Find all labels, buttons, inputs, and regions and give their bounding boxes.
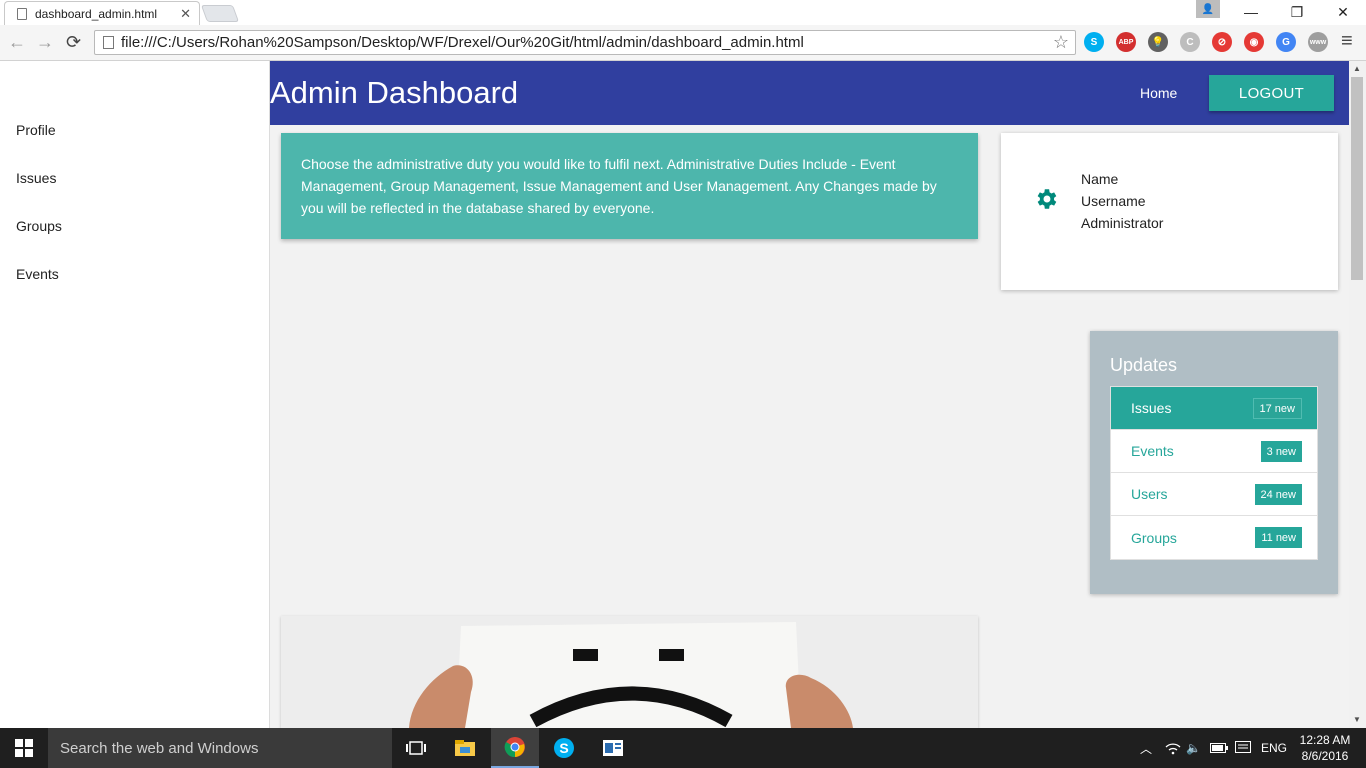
chrome-menu-icon[interactable]: ≡ bbox=[1341, 30, 1353, 53]
page-scrollbar[interactable]: ▲ ▼ bbox=[1349, 61, 1366, 728]
forward-icon[interactable]: → bbox=[36, 32, 54, 53]
svg-text:S: S bbox=[559, 740, 568, 756]
update-item-label: Issues bbox=[1131, 400, 1172, 416]
admin-gear-icon bbox=[1037, 189, 1057, 209]
update-item-events[interactable]: Events 3 new bbox=[1111, 430, 1317, 473]
user-profile-icon[interactable]: 👤 bbox=[1196, 0, 1220, 18]
skype-extension-icon[interactable]: S bbox=[1084, 32, 1104, 52]
record-extension-icon[interactable]: ◉ bbox=[1244, 32, 1264, 52]
app-header: Admin Dashboard Home LOGOUT bbox=[270, 61, 1349, 125]
sidebar-item-issues[interactable]: Issues bbox=[16, 170, 56, 186]
logout-button[interactable]: LOGOUT bbox=[1209, 75, 1334, 111]
sad-face-illustration bbox=[281, 616, 978, 728]
www-extension-icon[interactable]: www bbox=[1308, 32, 1328, 52]
update-item-groups[interactable]: Groups 11 new bbox=[1111, 516, 1317, 559]
update-count-badge: 3 new bbox=[1260, 441, 1302, 462]
start-button[interactable] bbox=[0, 728, 48, 768]
tab-strip: dashboard_admin.html ✕ 👤 — ❐ ✕ bbox=[0, 0, 1366, 25]
chrome-icon bbox=[504, 737, 525, 758]
sidebar: Profile Issues Groups Events bbox=[0, 61, 270, 728]
adblock-plus-icon[interactable]: ABP bbox=[1116, 32, 1136, 52]
clock-time: 12:28 AM bbox=[1299, 733, 1351, 747]
info-text: Choose the administrative duty you would… bbox=[301, 156, 937, 216]
sidebar-item-profile[interactable]: Profile bbox=[16, 122, 56, 138]
taskbar-chrome[interactable] bbox=[491, 728, 539, 768]
tab-close-icon[interactable]: ✕ bbox=[180, 6, 191, 22]
page-icon bbox=[17, 7, 27, 20]
clock-date: 8/6/2016 bbox=[1301, 749, 1349, 763]
info-card: Choose the administrative duty you would… bbox=[281, 133, 978, 239]
skype-icon: S bbox=[554, 738, 574, 758]
taskbar-search-placeholder: Search the web and Windows bbox=[60, 739, 259, 757]
update-count-badge: 11 new bbox=[1255, 527, 1302, 548]
scrollbar-thumb[interactable] bbox=[1351, 77, 1363, 280]
sidebar-item-groups[interactable]: Groups bbox=[16, 218, 62, 234]
sad-face-photo bbox=[281, 616, 978, 728]
close-window-button[interactable]: ✕ bbox=[1320, 0, 1366, 24]
update-item-issues[interactable]: Issues 17 new bbox=[1111, 387, 1317, 430]
volume-icon[interactable]: 🔈 bbox=[1186, 728, 1201, 768]
sidebar-item-events[interactable]: Events bbox=[16, 266, 59, 282]
home-link[interactable]: Home bbox=[1140, 85, 1177, 101]
taskbar-search-box[interactable]: Search the web and Windows bbox=[48, 728, 392, 768]
update-count-badge: 24 new bbox=[1254, 484, 1302, 505]
browser-tab[interactable]: dashboard_admin.html ✕ bbox=[4, 1, 200, 25]
profile-name: Name bbox=[1081, 171, 1119, 187]
taskbar-file-explorer[interactable] bbox=[441, 728, 489, 768]
language-indicator[interactable]: ENG bbox=[1261, 728, 1287, 768]
update-count-badge: 17 new bbox=[1252, 398, 1302, 419]
page-title: Admin Dashboard bbox=[270, 75, 519, 110]
restore-button[interactable]: ❐ bbox=[1274, 0, 1320, 24]
address-bar[interactable]: file:///C:/Users/Rohan%20Sampson/Desktop… bbox=[94, 30, 1076, 55]
updates-panel: Updates Issues 17 new Events 3 new Users… bbox=[1090, 331, 1338, 594]
windows-taskbar: Search the web and Windows S ︿ 🔈 ENG 12:… bbox=[0, 728, 1366, 768]
file-explorer-icon bbox=[455, 740, 475, 756]
action-center-icon[interactable] bbox=[1235, 728, 1251, 768]
minimize-button[interactable]: — bbox=[1228, 0, 1274, 24]
update-item-users[interactable]: Users 24 new bbox=[1111, 473, 1317, 516]
profile-role: Administrator bbox=[1081, 215, 1164, 231]
new-tab-button[interactable] bbox=[200, 5, 240, 22]
bookmark-star-icon[interactable]: ☆ bbox=[1053, 32, 1069, 53]
update-item-label: Groups bbox=[1131, 529, 1177, 546]
url-text: file:///C:/Users/Rohan%20Sampson/Desktop… bbox=[121, 34, 804, 51]
taskbar-clock[interactable]: 12:28 AM 8/6/2016 bbox=[1290, 732, 1360, 764]
file-icon bbox=[103, 36, 114, 49]
scroll-down-arrow-icon[interactable]: ▼ bbox=[1353, 715, 1361, 724]
block-site-icon[interactable]: ⊘ bbox=[1212, 32, 1232, 52]
tray-chevron-icon[interactable]: ︿ bbox=[1140, 728, 1152, 768]
scroll-up-arrow-icon[interactable]: ▲ bbox=[1353, 64, 1361, 73]
updates-title: Updates bbox=[1110, 355, 1178, 375]
taskbar-skype[interactable]: S bbox=[540, 728, 588, 768]
profile-username: Username bbox=[1081, 193, 1146, 209]
battery-icon[interactable] bbox=[1210, 728, 1228, 768]
taskbar-app-window[interactable] bbox=[589, 728, 637, 768]
reload-icon[interactable]: ⟳ bbox=[66, 32, 81, 53]
app-window-icon bbox=[603, 740, 623, 756]
task-view-icon bbox=[406, 741, 426, 755]
lightbulb-extension-icon[interactable]: 💡 bbox=[1148, 32, 1168, 52]
refresh-extension-icon[interactable]: C bbox=[1180, 32, 1200, 52]
back-icon[interactable]: ← bbox=[8, 32, 26, 53]
update-item-label: Users bbox=[1131, 486, 1168, 502]
updates-list: Issues 17 new Events 3 new Users 24 new … bbox=[1110, 386, 1318, 560]
wifi-icon[interactable] bbox=[1165, 728, 1181, 768]
update-item-label: Events bbox=[1131, 443, 1174, 459]
task-view-button[interactable] bbox=[392, 728, 440, 768]
tab-title: dashboard_admin.html bbox=[35, 6, 158, 21]
windows-logo-icon bbox=[15, 739, 33, 757]
profile-card: Name Username Administrator bbox=[1001, 133, 1338, 290]
google-translate-icon[interactable]: G bbox=[1276, 32, 1296, 52]
